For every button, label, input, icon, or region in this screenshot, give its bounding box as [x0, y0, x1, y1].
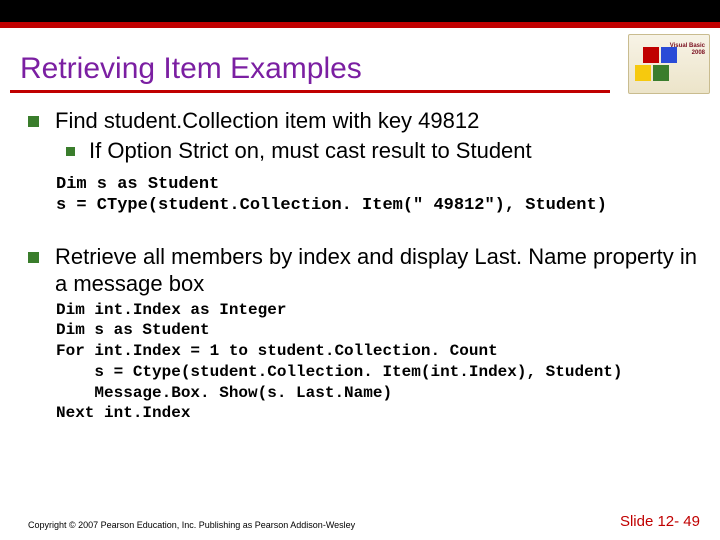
- copyright-text: Copyright © 2007 Pearson Education, Inc.…: [28, 520, 355, 530]
- slide-title: Retrieving Item Examples: [10, 28, 610, 93]
- footer: Copyright © 2007 Pearson Education, Inc.…: [28, 513, 700, 530]
- square-bullet-icon: [28, 252, 39, 263]
- code-block-1: Dim s as Student s = CType(student.Colle…: [56, 174, 700, 217]
- code-block-2: Dim int.Index as Integer Dim s as Studen…: [56, 300, 700, 425]
- bullet-level1: Retrieve all members by index and displa…: [28, 243, 700, 298]
- bullet-text: If Option Strict on, must cast result to…: [89, 137, 532, 165]
- slide-content: Find student.Collection item with key 49…: [0, 107, 720, 424]
- book-logo: [628, 34, 710, 94]
- slide-number: Slide 12- 49: [620, 513, 700, 530]
- square-bullet-icon: [28, 116, 39, 127]
- bullet-text: Retrieve all members by index and displa…: [55, 243, 700, 298]
- bullet-level2: If Option Strict on, must cast result to…: [66, 137, 700, 165]
- bullet-text: Find student.Collection item with key 49…: [55, 107, 479, 135]
- top-bar: [0, 0, 720, 28]
- square-bullet-icon: [66, 147, 75, 156]
- bullet-level1: Find student.Collection item with key 49…: [28, 107, 700, 135]
